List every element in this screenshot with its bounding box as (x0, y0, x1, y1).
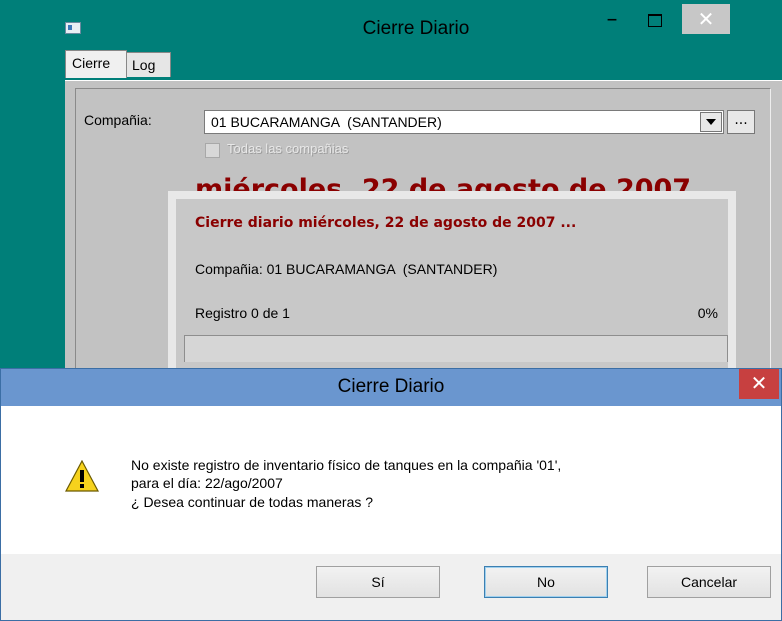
tab-log[interactable]: Log (125, 52, 171, 77)
warning-icon (65, 460, 99, 492)
progress-dialog: Cierre diario miércoles, 22 de agosto de… (168, 191, 736, 371)
message-box-titlebar[interactable]: Cierre Diario ✕ (1, 369, 781, 406)
message-line-2: para el día: 22/ago/2007 (131, 475, 283, 491)
progress-bar (184, 335, 728, 362)
progress-title: Cierre diario miércoles, 22 de agosto de… (195, 215, 577, 231)
cierre-panel: Compañia: 01 BUCARAMANGA (SANTANDER) ...… (65, 80, 782, 371)
progress-percent: 0% (697, 305, 718, 321)
cancel-button[interactable]: Cancelar (647, 566, 771, 598)
todas-companias-checkbox[interactable] (205, 143, 220, 158)
progress-company: Compañia: 01 BUCARAMANGA (SANTANDER) (195, 261, 498, 277)
tab-cierre[interactable]: Cierre (65, 50, 127, 78)
main-window-title: Cierre Diario (362, 18, 470, 39)
message-box-close-button[interactable]: ✕ (739, 369, 779, 399)
maximize-button[interactable] (642, 10, 668, 32)
no-button[interactable]: No (484, 566, 608, 598)
compania-label: Compañia: (84, 112, 152, 128)
message-line-1: No existe registro de inventario físico … (131, 457, 562, 473)
minimize-button[interactable]: – (598, 9, 626, 35)
chevron-down-icon[interactable] (700, 112, 722, 132)
todas-companias-label: Todas las compañias (227, 141, 349, 156)
main-titlebar[interactable]: Cierre Diario – ✕ (50, 0, 782, 50)
browse-company-button[interactable]: ... (727, 110, 755, 134)
company-select-value: 01 BUCARAMANGA (SANTANDER) (211, 114, 442, 130)
progress-panel: Cierre diario miércoles, 22 de agosto de… (176, 199, 728, 371)
yes-button[interactable]: Sí (316, 566, 440, 598)
company-select[interactable]: 01 BUCARAMANGA (SANTANDER) (204, 110, 724, 134)
message-box: Cierre Diario ✕ No existe registro de in… (0, 368, 782, 621)
message-box-body: No existe registro de inventario físico … (25, 406, 756, 554)
message-box-footer: Sí No Cancelar (1, 554, 781, 620)
main-window-body: Cierre Diario – ✕ Cierre Log Compañia: 0… (50, 0, 782, 371)
progress-record-count: Registro 0 de 1 (195, 305, 290, 321)
message-box-title: Cierre Diario (337, 376, 445, 397)
main-close-button[interactable]: ✕ (682, 4, 730, 34)
message-line-3: ¿ Desea continuar de todas maneras ? (131, 494, 374, 510)
main-window: Cierre Diario – ✕ Cierre Log Compañia: 0… (0, 0, 782, 371)
